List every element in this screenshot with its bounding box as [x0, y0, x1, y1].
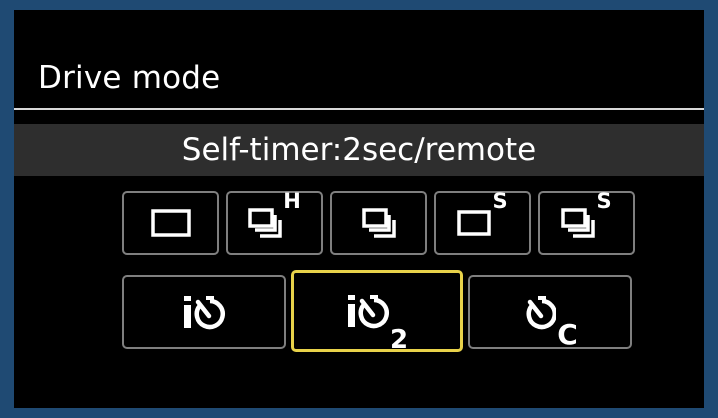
self-timer-icon — [522, 294, 557, 330]
mode-suffix-label: S — [596, 189, 612, 213]
single-frame-icon — [150, 209, 191, 237]
drive-mode-low-speed-continuous-button[interactable] — [330, 191, 427, 255]
camera-lcd-screen: Drive mode Self-timer:2sec/remote H S S … — [14, 10, 704, 408]
selected-mode-label: Self-timer:2sec/remote — [181, 132, 537, 168]
continuous-shooting-icon — [561, 208, 596, 238]
drive-mode-single-shooting-button[interactable] — [122, 191, 219, 255]
self-timer-remote-icon — [346, 293, 390, 329]
drive-mode-silent-single-button[interactable]: S — [434, 189, 531, 255]
self-timer-remote-icon — [182, 294, 226, 330]
drive-mode-self-timer-continuous-button[interactable]: C — [468, 275, 632, 351]
camera-screen-frame: Drive mode Self-timer:2sec/remote H S S … — [0, 0, 718, 418]
page-title: Drive mode — [38, 60, 221, 96]
title-divider — [14, 108, 704, 110]
single-frame-icon — [457, 210, 492, 236]
drive-mode-self-timer-2sec-button[interactable]: 2 — [291, 270, 463, 355]
drive-mode-silent-continuous-button[interactable]: S — [538, 189, 635, 255]
continuous-shooting-icon — [361, 208, 396, 238]
continuous-shooting-icon — [248, 208, 282, 238]
mode-suffix-label: S — [492, 189, 508, 213]
mode-suffix-label: 2 — [389, 325, 409, 355]
drive-mode-self-timer-10sec-button[interactable] — [122, 275, 286, 349]
mode-suffix-label: C — [557, 318, 578, 351]
drive-mode-high-speed-continuous-button[interactable]: H — [226, 189, 323, 255]
mode-suffix-label: H — [283, 189, 301, 213]
